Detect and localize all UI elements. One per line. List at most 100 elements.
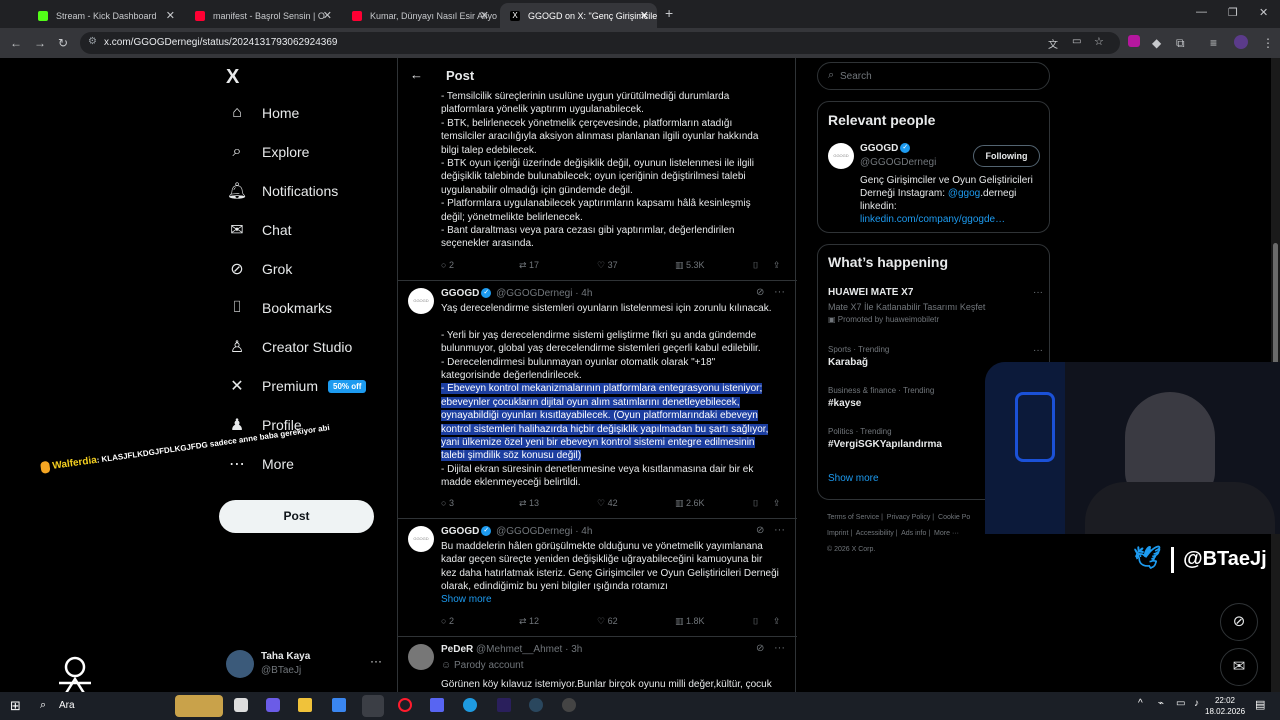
bookmark-icon[interactable]: ⌷ (753, 498, 758, 509)
more-dots-icon[interactable]: ··· (370, 654, 382, 668)
show-more-link[interactable]: Show more (828, 473, 879, 484)
reply-button[interactable]: ○ 2 (441, 616, 454, 626)
steam-icon[interactable] (529, 698, 543, 712)
views-button[interactable]: ▥ 1.8K (675, 616, 705, 627)
like-button[interactable]: ♡ 37 (597, 260, 618, 271)
footer-link[interactable]: More ··· (934, 530, 959, 537)
nav-item-explore[interactable]: ⌕ Explore (226, 137, 310, 167)
footer-link[interactable]: Cookie Po (938, 514, 970, 521)
trend-item-promoted[interactable]: HUAWEI MATE X7 Mate X7 İle Katlanabilir … (828, 287, 1043, 324)
share-icon[interactable]: ⇪ (773, 616, 781, 627)
minimize-icon[interactable]: — (1196, 6, 1207, 18)
profile-avatar[interactable] (1234, 35, 1248, 49)
more-dots-icon[interactable]: ··· (1033, 345, 1043, 356)
bookmark-icon[interactable]: ⌷ (753, 616, 758, 627)
bookmark-icon[interactable]: ⌷ (753, 260, 758, 271)
menu-dots-icon[interactable]: ⋮ (1262, 36, 1274, 50)
person-handle[interactable]: @GGOGDernegi (860, 157, 936, 168)
notification-icon[interactable]: ▤ (1255, 698, 1265, 711)
reading-list-icon[interactable]: ≡ (1210, 36, 1217, 50)
taskbar-search[interactable]: ⌕ Ara (35, 696, 160, 716)
extension-icon[interactable]: ◆ (1152, 36, 1161, 50)
cast-icon[interactable]: ▭ (1072, 36, 1081, 47)
edge-icon[interactable] (463, 698, 477, 712)
x-logo[interactable]: X (226, 66, 239, 89)
windows-start-icon[interactable]: ⊞ (10, 698, 21, 714)
store-icon[interactable] (332, 698, 346, 712)
search-input[interactable]: ⌕ Search (817, 62, 1050, 90)
like-button[interactable]: ♡ 42 (597, 498, 618, 509)
footer-link[interactable]: Terms of Service (827, 514, 879, 521)
grok-icon[interactable]: ⊘ (756, 643, 764, 654)
avatar[interactable]: GGOGD (408, 288, 434, 314)
chrome-icon-active[interactable] (362, 695, 384, 717)
linkedin-link[interactable]: linkedin.com/company/ggogde… (860, 213, 1050, 226)
back-icon[interactable]: ← (10, 36, 22, 50)
more-dots-icon[interactable]: ··· (774, 524, 785, 536)
address-bar[interactable]: ⚙ x.com/GGOGDernegi/status/2024131793062… (80, 32, 1120, 54)
share-icon[interactable]: ⇪ (773, 498, 781, 509)
repost-button[interactable]: ⇄ 17 (519, 260, 539, 271)
discount-badge[interactable]: 50% off (328, 379, 367, 393)
footer-link[interactable]: Privacy Policy (887, 514, 931, 521)
views-button[interactable]: ▥ 5.3K (675, 260, 705, 271)
more-dots-icon[interactable]: ··· (1033, 287, 1043, 298)
extension-icon[interactable] (1128, 35, 1140, 47)
browser-tab[interactable]: Stream - Kick Dashboard ✕ (28, 3, 183, 28)
puzzle-icon[interactable]: ⧉ (1176, 36, 1185, 51)
forward-icon[interactable]: → (34, 36, 46, 50)
opera-icon[interactable] (398, 698, 412, 712)
close-icon[interactable]: ✕ (640, 9, 649, 22)
reply-button[interactable]: ○ 2 (441, 260, 454, 270)
reply-button[interactable]: ○ 3 (441, 498, 454, 508)
more-dots-icon[interactable]: ··· (774, 286, 785, 298)
task-view-icon[interactable] (234, 698, 248, 712)
avatar[interactable] (408, 644, 434, 670)
share-icon[interactable]: ⇪ (773, 260, 781, 271)
nav-item-grok[interactable]: ⊘ Grok (226, 254, 292, 284)
instagram-mention-link[interactable]: @ggog (948, 188, 980, 199)
clock[interactable]: 22:02 18.02.2026 (1205, 695, 1245, 717)
account-switcher[interactable]: Taha Kaya @BTaeJj ··· (226, 648, 396, 684)
footer-link[interactable]: Ads info (901, 530, 926, 537)
close-icon[interactable]: ✕ (480, 9, 489, 22)
site-info-icon[interactable]: ⚙ (88, 36, 97, 47)
more-dots-icon[interactable]: ··· (774, 642, 785, 654)
nav-item-more[interactable]: ⋯ More (226, 449, 294, 479)
author-handle[interactable]: @GGOGDernegi (496, 288, 572, 299)
repost-button[interactable]: ⇄ 12 (519, 616, 539, 627)
new-tab-button[interactable]: + (665, 5, 673, 21)
avatar[interactable]: GGOGD (828, 143, 854, 169)
show-more-link[interactable]: Show more (441, 594, 492, 605)
obs-icon[interactable] (562, 698, 576, 712)
nav-item-chat[interactable]: ✉ Chat (226, 215, 291, 245)
close-icon[interactable]: ✕ (323, 9, 332, 22)
bookmark-star-icon[interactable]: ☆ (1094, 35, 1104, 48)
nav-item-bookmarks[interactable]: ⌷ Bookmarks (226, 293, 332, 323)
nav-item-premium[interactable]: ✕ Premium 50% off (226, 371, 367, 401)
tray-chevron-icon[interactable]: ^ (1138, 698, 1143, 709)
author-name[interactable]: GGOGD (441, 288, 479, 299)
back-arrow-icon[interactable]: ← (410, 67, 423, 82)
close-window-icon[interactable]: ✕ (1259, 6, 1268, 19)
footer-link[interactable]: Accessibility (856, 530, 894, 537)
nav-item-creator-studio[interactable]: ♙ Creator Studio (226, 332, 352, 362)
tray-usb-icon[interactable]: ⌁ (1158, 698, 1164, 709)
close-icon[interactable]: ✕ (166, 9, 175, 22)
author-handle[interactable]: @GGOGDernegi (496, 526, 572, 537)
browser-tab-active[interactable]: X GGOGD on X: "Genç Girişimcile ✕ (500, 3, 657, 28)
post-time[interactable]: · 3h (565, 644, 582, 655)
tray-volume-icon[interactable]: ♪ (1194, 698, 1199, 709)
browser-tab[interactable]: Kumar, Dünyayı Nasıl Esir Alıyo ✕ (342, 3, 497, 28)
views-button[interactable]: ▥ 2.6K (675, 498, 705, 509)
avatar[interactable]: GGOGD (408, 526, 434, 552)
file-explorer-icon[interactable] (298, 698, 312, 712)
grok-icon[interactable]: ⊘ (756, 525, 764, 536)
translate-icon[interactable]: 文 (1048, 36, 1058, 51)
search-highlight-icon[interactable] (175, 695, 223, 717)
tray-network-icon[interactable]: ▭ (1176, 698, 1185, 709)
post-time[interactable]: · 4h (575, 526, 592, 537)
post-time[interactable]: · 4h (575, 288, 592, 299)
like-button[interactable]: ♡ 62 (597, 616, 618, 627)
author-name[interactable]: GGOGD (441, 526, 479, 537)
